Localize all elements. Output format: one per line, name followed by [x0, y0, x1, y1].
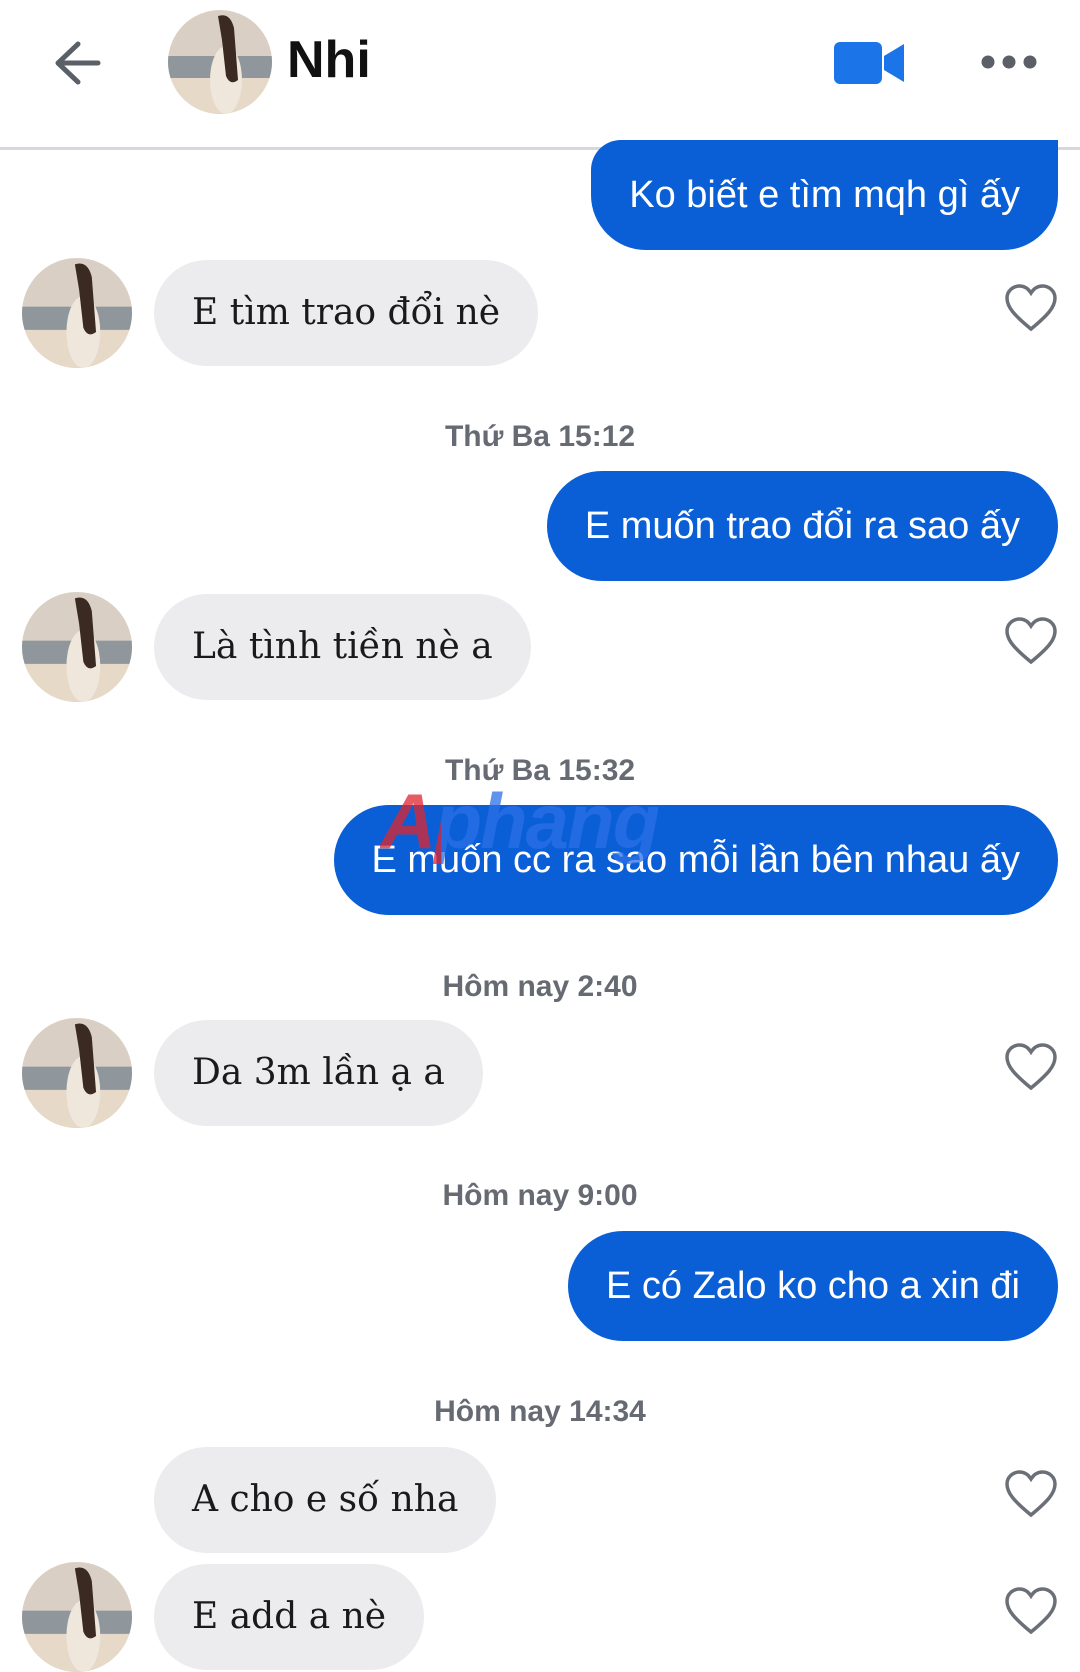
watermark-logo: Aphang	[380, 777, 660, 865]
heart-icon[interactable]	[1004, 1586, 1058, 1636]
heart-icon[interactable]	[1004, 1042, 1058, 1092]
profile-photo-image	[22, 258, 132, 368]
more-options-button[interactable]	[980, 48, 1038, 76]
heart-icon[interactable]	[1004, 283, 1058, 333]
outgoing-message[interactable]: E muốn trao đổi ra sao ấy	[546, 471, 1058, 581]
profile-photo-image	[22, 592, 132, 702]
back-button[interactable]	[50, 38, 104, 88]
sender-avatar[interactable]	[22, 1562, 132, 1672]
profile-photo-image	[168, 10, 272, 114]
back-arrow-icon	[55, 41, 101, 85]
sender-avatar[interactable]	[22, 258, 132, 368]
incoming-message[interactable]: Da 3m lần ạ a	[154, 1020, 483, 1126]
timestamp: Hôm nay 14:34	[434, 1395, 646, 1428]
incoming-message[interactable]: E tìm trao đổi nè	[154, 260, 539, 366]
timestamp: Hôm nay 2:40	[442, 970, 638, 1003]
contact-avatar[interactable]	[168, 10, 272, 114]
chat-header: Nhi	[0, 0, 1080, 150]
video-call-button[interactable]	[832, 38, 908, 88]
more-options-icon	[981, 55, 1037, 69]
timestamp: Thứ Ba 15:12	[444, 420, 636, 453]
incoming-message[interactable]: E add a nè	[154, 1564, 425, 1670]
sender-avatar[interactable]	[22, 592, 132, 702]
incoming-message[interactable]: A cho e số nha	[154, 1447, 497, 1553]
outgoing-message[interactable]: E có Zalo ko cho a xin đi	[568, 1231, 1058, 1341]
outgoing-message[interactable]: Ko biết e tìm mqh gì ấy	[591, 140, 1058, 250]
video-call-icon	[834, 42, 904, 84]
incoming-message[interactable]: Là tình tiền nè a	[154, 594, 531, 700]
timestamp: Hôm nay 9:00	[442, 1179, 638, 1212]
heart-icon[interactable]	[1004, 616, 1058, 666]
profile-photo-image	[22, 1018, 132, 1128]
sender-avatar[interactable]	[22, 1018, 132, 1128]
contact-name[interactable]: Nhi	[287, 30, 371, 90]
profile-photo-image	[22, 1562, 132, 1672]
heart-icon[interactable]	[1004, 1469, 1058, 1519]
